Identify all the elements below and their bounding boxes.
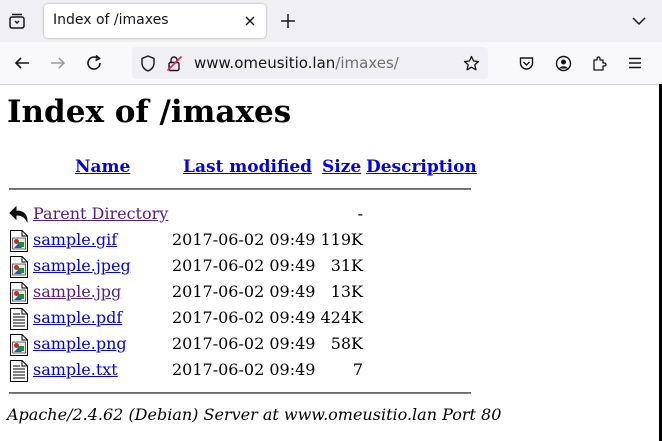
file-link[interactable]: sample.jpeg <box>33 256 131 275</box>
hamburger-menu-icon[interactable] <box>625 53 645 73</box>
file-size: 13K <box>330 282 363 301</box>
shield-icon[interactable] <box>139 55 156 72</box>
document-file-icon <box>9 308 29 330</box>
back-icon <box>9 204 29 226</box>
file-link[interactable]: Parent Directory <box>33 204 168 223</box>
file-link[interactable]: sample.jpg <box>33 282 121 301</box>
new-tab-icon[interactable] <box>278 11 298 31</box>
file-date: 2017-06-02 09:49 <box>172 230 316 249</box>
header-divider <box>9 188 471 190</box>
file-date: 2017-06-02 09:49 <box>172 308 316 327</box>
file-link[interactable]: sample.png <box>33 334 127 353</box>
file-size: - <box>357 204 363 223</box>
text-file-icon <box>9 360 29 382</box>
tab-title: Index of /imaxes <box>53 12 169 28</box>
file-date: 2017-06-02 09:49 <box>172 256 316 275</box>
file-date: 2017-06-02 09:49 <box>172 282 316 301</box>
file-size: 7 <box>352 360 363 379</box>
file-date: 2017-06-02 09:49 <box>172 360 316 379</box>
chevron-down-icon[interactable] <box>630 12 648 30</box>
image-file-icon <box>9 230 29 252</box>
file-link[interactable]: sample.txt <box>33 360 118 379</box>
page-content: Index of /imaxes Name Last modified Size… <box>7 84 647 441</box>
footer-divider <box>9 392 471 394</box>
file-link[interactable]: sample.gif <box>33 230 117 249</box>
file-size: 31K <box>330 256 363 275</box>
insecure-lock-icon[interactable] <box>166 55 183 72</box>
list-item: sample.gif 2017-06-02 09:49 119K <box>7 230 477 254</box>
list-item: sample.pdf 2017-06-02 09:49 424K <box>7 308 477 332</box>
reload-icon[interactable] <box>84 53 104 73</box>
account-icon[interactable] <box>553 53 573 73</box>
pocket-icon[interactable] <box>516 53 536 73</box>
extensions-icon[interactable] <box>589 53 609 73</box>
list-item: sample.jpg 2017-06-02 09:49 13K <box>7 282 477 306</box>
image-file-icon <box>9 282 29 304</box>
file-link[interactable]: sample.pdf <box>33 308 122 327</box>
image-file-icon <box>9 334 29 356</box>
file-date: 2017-06-02 09:49 <box>172 334 316 353</box>
close-icon[interactable] <box>242 13 258 29</box>
column-header-description[interactable]: Description <box>366 157 477 177</box>
url-path: /imaxes/ <box>335 54 399 72</box>
back-arrow-icon[interactable] <box>12 53 32 73</box>
column-header-last-modified[interactable]: Last modified <box>183 157 312 177</box>
file-size: 58K <box>330 334 363 353</box>
bookmark-star-icon[interactable] <box>463 55 480 72</box>
active-tab[interactable]: Index of /imaxes <box>44 4 266 38</box>
list-item: Parent Directory - <box>7 204 477 228</box>
tab-bar: Index of /imaxes <box>0 0 662 42</box>
page-title: Index of /imaxes <box>7 94 292 130</box>
file-size: 119K <box>320 230 364 249</box>
url-domain: www.omeusitio.lan <box>194 54 336 72</box>
forward-arrow-icon[interactable] <box>48 53 68 73</box>
url-text[interactable]: www.omeusitio.lan/imaxes/ <box>194 54 399 72</box>
list-item: sample.txt 2017-06-02 09:49 7 <box>7 360 477 384</box>
list-item: sample.png 2017-06-02 09:49 58K <box>7 334 477 358</box>
file-size: 424K <box>320 308 364 327</box>
url-bar[interactable]: www.omeusitio.lan/imaxes/ <box>132 47 488 79</box>
list-item: sample.jpeg 2017-06-02 09:49 31K <box>7 256 477 280</box>
column-header-size[interactable]: Size <box>322 157 361 177</box>
column-header-name[interactable]: Name <box>75 157 130 177</box>
tab-list-icon[interactable] <box>6 10 28 32</box>
image-file-icon <box>9 256 29 278</box>
server-signature: Apache/2.4.62 (Debian) Server at www.ome… <box>7 405 502 424</box>
navigation-bar: www.omeusitio.lan/imaxes/ <box>0 42 662 85</box>
